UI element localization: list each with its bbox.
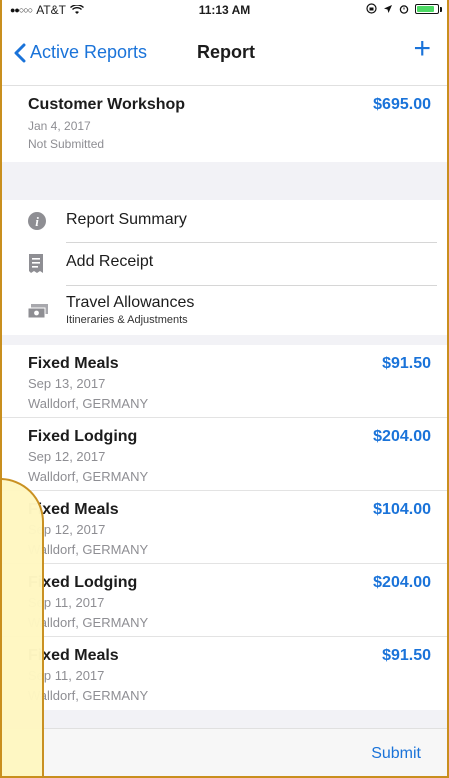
report-amount: $695.00 — [373, 96, 431, 113]
report-header[interactable]: Customer Workshop $695.00 Jan 4, 2017 No… — [2, 86, 447, 162]
report-summary-label: Report Summary — [66, 211, 187, 228]
report-date: Jan 4, 2017 — [28, 119, 91, 133]
add-receipt-item[interactable]: Add Receipt — [2, 243, 447, 285]
report-summary-item[interactable]: i Report Summary — [2, 200, 447, 242]
expense-amount: $91.50 — [382, 355, 431, 372]
page-title: Report — [197, 42, 255, 62]
expense-list: Fixed Meals $91.50 Sep 13, 2017 Walldorf… — [2, 345, 447, 710]
money-icon — [27, 304, 48, 319]
submit-button[interactable]: Submit — [371, 745, 421, 763]
expense-location: Walldorf, GERMANY — [28, 615, 149, 630]
status-right — [366, 3, 442, 14]
expense-location: Walldorf, GERMANY — [28, 688, 149, 703]
battery-tip — [440, 6, 442, 12]
phone-screen: ●●○○○ AT&T 11:13 AM Active Reports Repor… — [0, 0, 449, 778]
add-receipt-label: Add Receipt — [66, 253, 154, 270]
location-arrow-icon — [384, 4, 392, 13]
expense-amount: $204.00 — [373, 574, 431, 591]
section-spacer — [2, 335, 447, 345]
receipt-icon — [29, 254, 43, 273]
nav-bar: Active Reports Report + — [2, 24, 447, 86]
section-spacer — [2, 162, 447, 200]
travel-allowances-label: Travel Allowances — [66, 294, 195, 311]
overlay-callout — [2, 478, 44, 776]
chevron-left-icon — [14, 43, 26, 62]
add-button[interactable]: + — [413, 34, 431, 64]
expense-date: Sep 13, 2017 — [28, 376, 106, 391]
travel-allowances-item[interactable]: Travel Allowances Itineraries & Adjustme… — [2, 286, 447, 335]
battery-level — [417, 5, 434, 12]
bottom-toolbar: Submit — [2, 728, 447, 776]
status-bar: ●●○○○ AT&T 11:13 AM — [2, 0, 447, 22]
expense-location: Walldorf, GERMANY — [28, 542, 149, 557]
expense-row[interactable]: Fixed Meals $104.00 Sep 12, 2017 Walldor… — [2, 491, 447, 564]
back-label: Active Reports — [30, 42, 148, 62]
expense-location: Walldorf, GERMANY — [28, 396, 149, 411]
report-name: Customer Workshop — [28, 96, 186, 113]
lock-rotation-icon — [366, 3, 377, 14]
expense-row[interactable]: Fixed Meals $91.50 Sep 13, 2017 Walldorf… — [2, 345, 447, 418]
svg-text:i: i — [35, 214, 39, 229]
expense-date: Sep 12, 2017 — [28, 449, 106, 464]
expense-row[interactable]: Fixed Lodging $204.00 Sep 12, 2017 Walld… — [2, 418, 447, 491]
expense-type: Fixed Lodging — [28, 428, 138, 445]
section-spacer — [2, 710, 447, 728]
alarm-icon — [399, 4, 409, 14]
info-icon: i — [28, 212, 46, 230]
expense-amount: $204.00 — [373, 428, 431, 445]
expense-amount: $91.50 — [382, 647, 431, 664]
report-status: Not Submitted — [28, 137, 105, 151]
back-button[interactable]: Active Reports — [14, 42, 147, 63]
expense-row[interactable]: Fixed Lodging $204.00 Sep 11, 2017 Walld… — [2, 564, 447, 637]
travel-allowances-sublabel: Itineraries & Adjustments — [66, 314, 188, 326]
report-menu: i Report Summary Add Receipt Travel Allo… — [2, 200, 447, 335]
expense-type: Fixed Lodging — [28, 574, 138, 591]
expense-type: Fixed Meals — [28, 355, 119, 372]
expense-location: Walldorf, GERMANY — [28, 469, 149, 484]
expense-amount: $104.00 — [373, 501, 431, 518]
battery-icon — [415, 3, 442, 14]
expense-row[interactable]: Fixed Meals $91.50 Sep 11, 2017 Walldorf… — [2, 637, 447, 710]
